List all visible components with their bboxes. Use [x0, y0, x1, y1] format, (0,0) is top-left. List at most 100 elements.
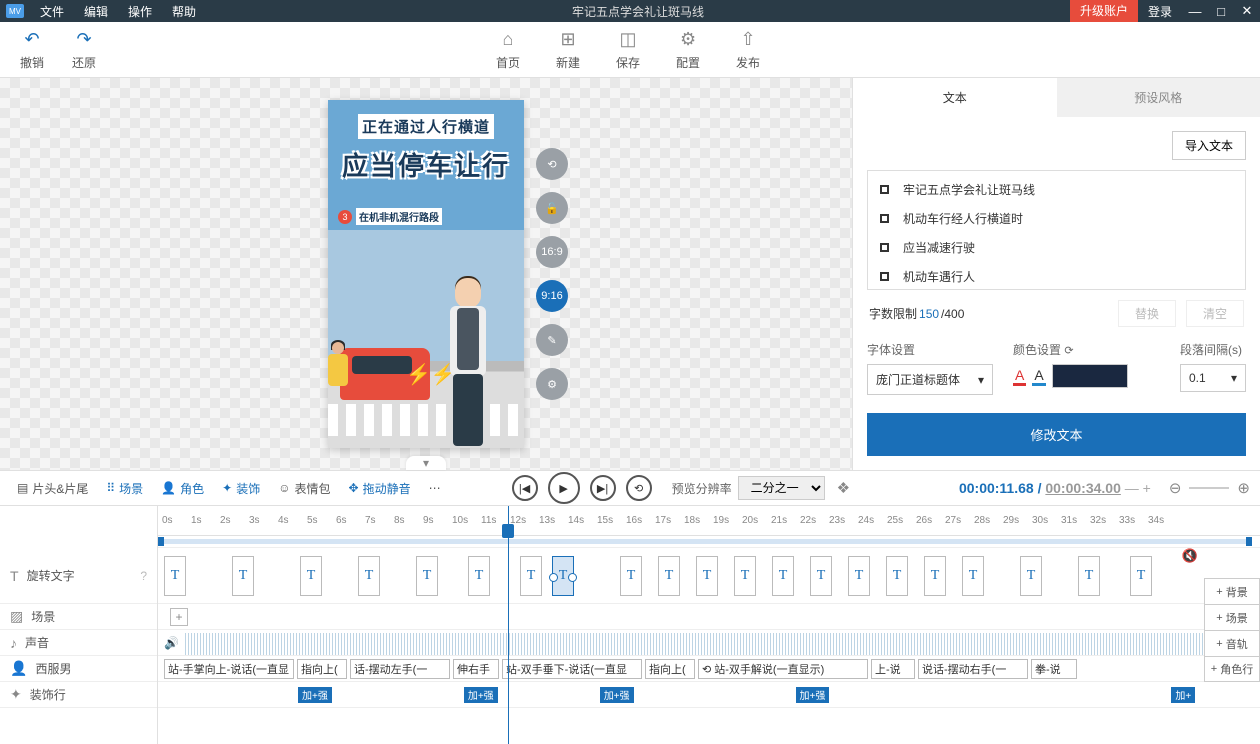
tab-emoji[interactable]: ☺表情包	[271, 480, 337, 497]
clear-button[interactable]: 清空	[1186, 300, 1244, 327]
add-background-button[interactable]: + 背景	[1204, 578, 1260, 604]
character-clip[interactable]: 指向上(	[645, 659, 695, 679]
character-clip[interactable]: 上-说	[871, 659, 915, 679]
expand-canvas-button[interactable]: ▾	[406, 456, 446, 470]
upgrade-account-button[interactable]: 升级账户	[1070, 0, 1138, 22]
add-scene-button[interactable]: +	[170, 608, 188, 626]
scene-track[interactable]: +	[158, 604, 1260, 630]
text-clip[interactable]: T	[416, 556, 438, 596]
decoration-clip[interactable]: 加+强	[298, 687, 332, 703]
text-clip[interactable]: T	[520, 556, 542, 596]
add-scene-track-button[interactable]: + 场景	[1204, 604, 1260, 630]
maximize-icon[interactable]: □	[1208, 4, 1234, 19]
zoom-slider[interactable]	[1189, 487, 1229, 489]
canvas[interactable]: 正在通过人行横道 应当停车让行 3 在机非机混行路段 ⚡⚡	[328, 100, 524, 448]
canvas-area[interactable]: 正在通过人行横道 应当停车让行 3 在机非机混行路段 ⚡⚡ ⟲ 🔓 16:9 9…	[0, 78, 852, 470]
next-button[interactable]: ▶|	[590, 475, 616, 501]
preview-res-select[interactable]: 二分之一	[738, 476, 825, 500]
text-color-button[interactable]: A	[1013, 367, 1026, 386]
redo-button[interactable]: ↷还原	[72, 29, 96, 71]
help-icon[interactable]: ?	[140, 569, 147, 583]
close-icon[interactable]: ✕	[1234, 3, 1260, 19]
text-clip[interactable]: T	[886, 556, 908, 596]
character-clip[interactable]: 站-双手垂下-说话(一直显	[502, 659, 642, 679]
loop-button[interactable]: ⟲	[626, 475, 652, 501]
text-item[interactable]: 牢记五点学会礼让斑马线	[868, 175, 1245, 204]
character-clip[interactable]: 话-摆动左手(一	[350, 659, 450, 679]
prev-button[interactable]: |◀	[512, 475, 538, 501]
replace-button[interactable]: 替换	[1118, 300, 1176, 327]
layers-icon[interactable]: ❖	[837, 479, 850, 497]
text-clip[interactable]: T	[300, 556, 322, 596]
tab-decoration[interactable]: ✦装饰	[215, 480, 267, 497]
character-clip[interactable]: 伸右手	[453, 659, 499, 679]
timeline-range[interactable]	[158, 536, 1260, 548]
text-clip[interactable]: T	[358, 556, 380, 596]
ratio-16-9[interactable]: 16:9	[536, 236, 568, 268]
menu-action[interactable]: 操作	[118, 3, 162, 20]
decoration-clip[interactable]: 加+强	[464, 687, 498, 703]
text-clip[interactable]: T	[1130, 556, 1152, 596]
add-character-track-button[interactable]: + 角色行	[1204, 656, 1260, 682]
text-clip[interactable]: T	[772, 556, 794, 596]
tab-scene[interactable]: ⠿场景	[99, 480, 150, 497]
publish-button[interactable]: ⇧发布	[736, 29, 760, 71]
text-clip[interactable]: T	[552, 556, 574, 596]
playhead[interactable]	[508, 506, 509, 744]
text-item[interactable]: 机动车遇行人	[868, 262, 1245, 290]
checkbox-icon[interactable]	[880, 214, 889, 223]
tab-text[interactable]: 文本	[853, 78, 1057, 117]
character-clip[interactable]: ⟲ 站-双手解说(一直显示)	[698, 659, 868, 679]
character-clip[interactable]: 拳-说	[1031, 659, 1077, 679]
text-clip[interactable]: T	[810, 556, 832, 596]
font-select[interactable]: 庞门正道标题体▾	[867, 364, 993, 395]
import-text-button[interactable]: 导入文本	[1172, 131, 1246, 160]
menu-edit[interactable]: 编辑	[74, 3, 118, 20]
track-label-scene[interactable]: ▨场景	[0, 604, 157, 630]
color-swatch[interactable]	[1052, 364, 1128, 388]
checkbox-icon[interactable]	[880, 272, 889, 281]
tab-drag-mute[interactable]: ✥拖动静音	[342, 480, 418, 497]
more-button[interactable]: ⋯	[422, 481, 448, 495]
text-clip[interactable]: T	[232, 556, 254, 596]
character-clip[interactable]: 说话-摆动右手(一	[918, 659, 1028, 679]
timeline-ruler[interactable]: 0s1s2s3s4s5s6s7s8s9s10s11s12s13s14s15s16…	[158, 506, 1260, 536]
text-list[interactable]: 牢记五点学会礼让斑马线 机动车行经人行横道时 应当减速行驶 机动车遇行人	[867, 170, 1246, 290]
track-label-text[interactable]: T旋转文字?	[0, 548, 157, 604]
text-clip[interactable]: T	[164, 556, 186, 596]
text-clip[interactable]: T	[696, 556, 718, 596]
track-label-character[interactable]: 👤西服男	[0, 656, 157, 682]
text-clip[interactable]: T	[848, 556, 870, 596]
text-item[interactable]: 机动车行经人行横道时	[868, 204, 1245, 233]
refresh-color-icon[interactable]: ⟳	[1064, 345, 1073, 357]
character-clip[interactable]: 站-手掌向上-说话(一直显	[164, 659, 294, 679]
text-clip[interactable]: T	[468, 556, 490, 596]
text-outline-button[interactable]: A	[1032, 367, 1045, 386]
save-button[interactable]: ◫保存	[616, 29, 640, 71]
checkbox-icon[interactable]	[880, 243, 889, 252]
edit-tool[interactable]: ✎	[536, 324, 568, 356]
text-clip[interactable]: T	[1020, 556, 1042, 596]
tab-intro-outro[interactable]: ▤片头&片尾	[10, 480, 95, 497]
ratio-9-16[interactable]: 9:16	[536, 280, 568, 312]
zoom-in-button[interactable]: ⊕	[1237, 479, 1250, 497]
text-clip[interactable]: T	[962, 556, 984, 596]
track-label-decoration[interactable]: ✦装饰行	[0, 682, 157, 708]
track-label-sound[interactable]: ♪声音	[0, 630, 157, 656]
text-track[interactable]: TTTTTTTTTTTTTTTTTTTTT	[158, 548, 1260, 604]
text-clip[interactable]: T	[924, 556, 946, 596]
add-audio-track-button[interactable]: + 音轨	[1204, 630, 1260, 656]
tab-preset-style[interactable]: 预设风格	[1057, 78, 1260, 117]
settings-tool[interactable]: ⚙	[536, 368, 568, 400]
config-button[interactable]: ⚙配置	[676, 29, 700, 71]
undo-button[interactable]: ↶撤销	[20, 29, 44, 71]
minimize-icon[interactable]: —	[1182, 4, 1208, 19]
text-clip[interactable]: T	[734, 556, 756, 596]
checkbox-icon[interactable]	[880, 185, 889, 194]
tab-character[interactable]: 👤角色	[154, 480, 211, 497]
decoration-clip[interactable]: 加+强	[796, 687, 830, 703]
play-button[interactable]: ▶	[548, 472, 580, 504]
paragraph-gap-input[interactable]: 0.1▾	[1180, 364, 1246, 392]
decoration-clip[interactable]: 加+强	[600, 687, 634, 703]
sound-track[interactable]: 🔊	[158, 630, 1260, 656]
